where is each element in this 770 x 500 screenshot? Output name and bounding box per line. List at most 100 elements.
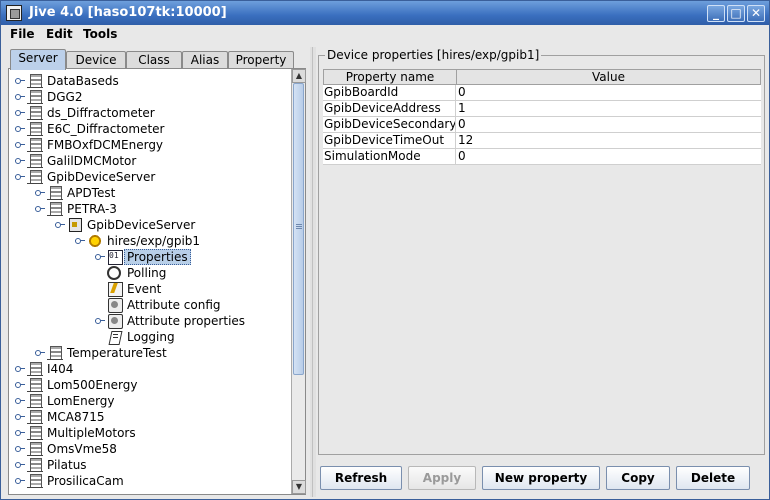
- table-row[interactable]: GpibDeviceAddress 1: [323, 101, 761, 117]
- tab-device[interactable]: Device: [66, 51, 126, 69]
- tree-node-label: LomEnergy: [47, 394, 115, 408]
- cell-value[interactable]: 0: [458, 85, 760, 100]
- tree-node-label: GalilDMCMotor: [47, 154, 137, 168]
- tree-node-label: APDTest: [67, 186, 116, 200]
- tree-node[interactable]: GpibDeviceServer: [9, 169, 289, 185]
- expander-icon[interactable]: [15, 380, 25, 390]
- table-row[interactable]: GpibDeviceTimeOut 12: [323, 133, 761, 149]
- scrollbar-thumb[interactable]: [293, 83, 304, 375]
- delete-button[interactable]: Delete: [676, 466, 750, 490]
- scroll-up-arrow-icon[interactable]: ▲: [292, 69, 306, 83]
- tree-node[interactable]: DGG2: [9, 89, 289, 105]
- tree-node[interactable]: FMBOxfDCMEnergy: [9, 137, 289, 153]
- tree-node[interactable]: ProsilicaCam: [9, 473, 289, 489]
- tree-node-label: GpibDeviceServer: [47, 170, 156, 184]
- column-header-property-name[interactable]: Property name: [324, 70, 457, 84]
- refresh-button[interactable]: Refresh: [320, 466, 402, 490]
- tree-node[interactable]: Lom500Energy: [9, 377, 289, 393]
- copy-button[interactable]: Copy: [606, 466, 670, 490]
- cell-property-name[interactable]: GpibBoardId: [324, 85, 456, 100]
- tree-node[interactable]: Attribute properties: [9, 313, 289, 329]
- tree-node-label: Attribute properties: [127, 314, 246, 328]
- maximize-button[interactable]: □: [727, 5, 745, 22]
- expander-icon[interactable]: [15, 364, 25, 374]
- cell-value[interactable]: 0: [458, 149, 760, 164]
- expander-icon[interactable]: [15, 108, 25, 118]
- apply-button[interactable]: Apply: [408, 466, 476, 490]
- expander-icon[interactable]: [35, 204, 45, 214]
- expander-icon[interactable]: [15, 156, 25, 166]
- tree-node[interactable]: MultipleMotors: [9, 425, 289, 441]
- tree-node[interactable]: ds_Diffractometer: [9, 105, 289, 121]
- menu-edit[interactable]: Edit: [46, 27, 73, 41]
- cell-property-name[interactable]: GpibDeviceAddress: [324, 101, 456, 116]
- polling-icon: [107, 266, 121, 280]
- tree-node[interactable]: LomEnergy: [9, 393, 289, 409]
- tree-node[interactable]: OmsVme58: [9, 441, 289, 457]
- tree-node[interactable]: hires/exp/gpib1: [9, 233, 289, 249]
- cell-value[interactable]: 1: [458, 101, 760, 116]
- tree-node[interactable]: MCA8715: [9, 409, 289, 425]
- expander-icon[interactable]: [15, 444, 25, 454]
- tree-node[interactable]: E6C_Diffractometer: [9, 121, 289, 137]
- expander-icon[interactable]: [15, 396, 25, 406]
- expander-icon[interactable]: [95, 316, 105, 326]
- expander-icon[interactable]: [95, 252, 105, 262]
- expander-icon[interactable]: [55, 220, 65, 230]
- server-icon: [27, 105, 43, 121]
- tab-alias[interactable]: Alias: [182, 51, 228, 69]
- server-tree[interactable]: DataBaseds DGG2 ds_Diffractometer E6C_Di…: [9, 69, 291, 494]
- tab-server[interactable]: Server: [10, 49, 66, 70]
- expander-icon[interactable]: [15, 172, 25, 182]
- tree-node[interactable]: Attribute config: [9, 297, 289, 313]
- close-button[interactable]: ✕: [747, 5, 765, 22]
- tree-node[interactable]: APDTest: [9, 185, 289, 201]
- tree-node[interactable]: GpibDeviceServer: [9, 217, 289, 233]
- scroll-down-arrow-icon[interactable]: ▼: [292, 480, 306, 494]
- expander-icon[interactable]: [15, 428, 25, 438]
- tree-node[interactable]: Polling: [9, 265, 289, 281]
- tree-node[interactable]: PETRA-3: [9, 201, 289, 217]
- table-row[interactable]: SimulationMode 0: [323, 149, 761, 165]
- expander-icon[interactable]: [15, 140, 25, 150]
- cell-property-name[interactable]: SimulationMode: [324, 149, 456, 164]
- expander-icon[interactable]: [75, 236, 85, 246]
- menu-file[interactable]: File: [10, 27, 35, 41]
- tab-property[interactable]: Property: [228, 51, 294, 69]
- cell-value[interactable]: 0: [458, 117, 760, 132]
- tree-node[interactable]: Logging: [9, 329, 289, 345]
- app-icon[interactable]: [6, 5, 22, 21]
- expander-icon[interactable]: [35, 348, 45, 358]
- tree-node-selected[interactable]: Properties: [9, 249, 289, 265]
- cell-property-name[interactable]: GpibDeviceTimeOut: [324, 133, 456, 148]
- title-bar[interactable]: Jive 4.0 [haso107tk:10000] _ □ ✕: [1, 1, 769, 25]
- expander-icon[interactable]: [35, 188, 45, 198]
- attribute-config-icon: [107, 297, 123, 313]
- tab-class[interactable]: Class: [126, 51, 182, 69]
- expander-icon[interactable]: [15, 92, 25, 102]
- expander-icon[interactable]: [15, 76, 25, 86]
- table-row[interactable]: GpibBoardId 0: [323, 85, 761, 101]
- menu-tools[interactable]: Tools: [83, 27, 117, 41]
- server-icon: [27, 409, 43, 425]
- tree-node[interactable]: Event: [9, 281, 289, 297]
- expander-icon[interactable]: [15, 460, 25, 470]
- expander-icon[interactable]: [15, 124, 25, 134]
- cell-value[interactable]: 12: [458, 133, 760, 148]
- expander-icon[interactable]: [15, 476, 25, 486]
- server-icon: [27, 169, 43, 185]
- minimize-button[interactable]: _: [707, 5, 725, 22]
- cell-property-name[interactable]: GpibDeviceSecondaryA: [324, 117, 456, 132]
- tree-node[interactable]: GalilDMCMotor: [9, 153, 289, 169]
- server-icon: [27, 393, 43, 409]
- new-property-button[interactable]: New property: [482, 466, 600, 490]
- tree-node[interactable]: TemperatureTest: [9, 345, 289, 361]
- tree-node[interactable]: DataBaseds: [9, 73, 289, 89]
- tree-vertical-scrollbar[interactable]: ▲ ▼: [291, 69, 306, 494]
- table-header: Property name Value: [323, 69, 761, 85]
- expander-icon[interactable]: [15, 412, 25, 422]
- tree-node[interactable]: Pilatus: [9, 457, 289, 473]
- column-header-value[interactable]: Value: [457, 70, 760, 84]
- table-row[interactable]: GpibDeviceSecondaryA 0: [323, 117, 761, 133]
- tree-node[interactable]: I404: [9, 361, 289, 377]
